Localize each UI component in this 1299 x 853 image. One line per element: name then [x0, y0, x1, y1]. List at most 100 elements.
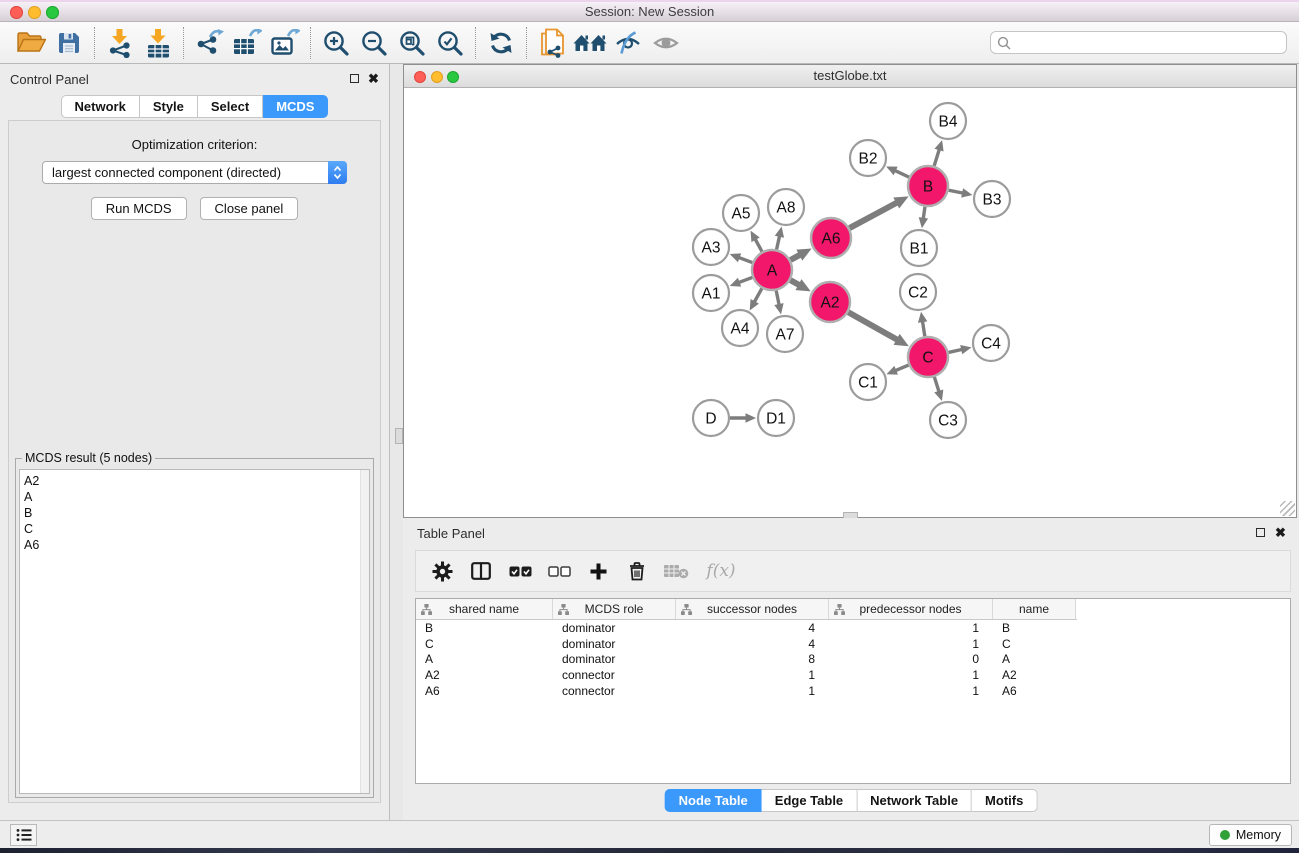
tab-edge-table[interactable]: Edge Table: [762, 789, 857, 812]
edge-A2-C[interactable]: [848, 312, 909, 346]
mcds-result-item[interactable]: B: [20, 505, 369, 521]
node-B1[interactable]: B1: [901, 230, 937, 266]
node-C[interactable]: C: [908, 337, 948, 377]
save-session-button[interactable]: [50, 25, 88, 61]
tab-network[interactable]: Network: [61, 95, 140, 118]
minimize-network-button[interactable]: [431, 71, 443, 83]
export-image-button[interactable]: [266, 25, 304, 61]
window-controls[interactable]: [10, 6, 59, 19]
edge-B-B4[interactable]: [934, 140, 943, 166]
mcds-result-list[interactable]: A2ABCA6: [19, 469, 370, 794]
float-table-panel-icon[interactable]: [1254, 526, 1267, 539]
tab-network-table[interactable]: Network Table: [857, 789, 972, 812]
create-column-button[interactable]: [582, 554, 614, 588]
node-B4[interactable]: B4: [930, 103, 966, 139]
run-mcds-button[interactable]: Run MCDS: [91, 197, 187, 220]
open-session-button[interactable]: [12, 25, 50, 61]
zoom-network-button[interactable]: [447, 71, 459, 83]
node-B[interactable]: B: [908, 166, 948, 206]
edge-A-A1[interactable]: [730, 277, 753, 286]
edge-C-C3[interactable]: [934, 377, 943, 401]
node-C3[interactable]: C3: [930, 402, 966, 438]
tab-motifs[interactable]: Motifs: [972, 789, 1037, 812]
node-A2[interactable]: A2: [810, 282, 850, 322]
node-A8[interactable]: A8: [768, 189, 804, 225]
result-list-scrollbar[interactable]: [360, 470, 369, 793]
select-all-columns-button[interactable]: [504, 554, 536, 588]
table-row[interactable]: A2connector11A2: [416, 667, 1290, 683]
edge-B-B3[interactable]: [949, 188, 973, 197]
apply-layout-button[interactable]: [482, 25, 520, 61]
search-input[interactable]: [990, 31, 1287, 54]
tab-mcds[interactable]: MCDS: [263, 95, 328, 118]
column-header-name[interactable]: name: [993, 599, 1076, 619]
hide-panels-button[interactable]: [609, 25, 647, 61]
table-row[interactable]: Adominator80A: [416, 652, 1290, 668]
table-row[interactable]: A6connector11A6: [416, 683, 1290, 699]
table-row[interactable]: Bdominator41B: [416, 620, 1290, 636]
network-from-selection-button[interactable]: [533, 25, 571, 61]
node-B3[interactable]: B3: [974, 181, 1010, 217]
zoom-window-button[interactable]: [46, 6, 59, 19]
float-panel-icon[interactable]: [348, 72, 361, 85]
tab-node-table[interactable]: Node Table: [665, 789, 762, 812]
mcds-result-item[interactable]: A: [20, 489, 369, 505]
export-network-button[interactable]: [190, 25, 228, 61]
node-C1[interactable]: C1: [850, 364, 886, 400]
mcds-result-item[interactable]: C: [20, 521, 369, 537]
edge-D-D1[interactable]: [730, 413, 756, 423]
edge-C-C2[interactable]: [918, 312, 927, 336]
mcds-result-item[interactable]: A2: [20, 473, 369, 489]
edge-B-B1[interactable]: [919, 207, 928, 228]
zoom-in-button[interactable]: [317, 25, 355, 61]
delete-column-button[interactable]: [621, 554, 653, 588]
node-A4[interactable]: A4: [722, 310, 758, 346]
close-panel-icon[interactable]: ✖: [367, 72, 380, 85]
edge-A-A3[interactable]: [730, 253, 753, 262]
edge-A-A6[interactable]: [790, 248, 811, 260]
node-A[interactable]: A: [752, 250, 792, 290]
edge-C-C1[interactable]: [886, 365, 908, 375]
node-C2[interactable]: C2: [900, 274, 936, 310]
memory-button[interactable]: Memory: [1209, 824, 1292, 846]
task-history-button[interactable]: [10, 824, 37, 846]
edge-A6-B[interactable]: [850, 196, 909, 228]
network-window-controls[interactable]: [414, 71, 459, 83]
node-B2[interactable]: B2: [850, 140, 886, 176]
zoom-out-button[interactable]: [355, 25, 393, 61]
column-header-shared-name[interactable]: shared name: [416, 599, 553, 619]
zoom-fit-button[interactable]: [393, 25, 431, 61]
column-header-predecessor-nodes[interactable]: predecessor nodes: [829, 599, 993, 619]
zoom-selected-button[interactable]: [431, 25, 469, 61]
edge-A-A7[interactable]: [774, 291, 783, 315]
export-table-button[interactable]: [228, 25, 266, 61]
show-panels-button[interactable]: [647, 25, 685, 61]
network-canvas[interactable]: B4B2BB3A8A5A6A3B1AA1C2A2A4A7C4CC1DD1C3: [404, 88, 1296, 516]
mcds-result-item[interactable]: A6: [20, 537, 369, 553]
edge-A-A8[interactable]: [775, 227, 784, 250]
table-options-button[interactable]: [426, 554, 458, 588]
node-A1[interactable]: A1: [693, 275, 729, 311]
node-A5[interactable]: A5: [723, 195, 759, 231]
node-A3[interactable]: A3: [693, 229, 729, 265]
edge-B-B2[interactable]: [886, 166, 909, 177]
node-D[interactable]: D: [693, 400, 729, 436]
edge-C-C4[interactable]: [948, 345, 971, 354]
edge-A-A5[interactable]: [751, 231, 762, 252]
close-window-button[interactable]: [10, 6, 23, 19]
birdseye-toggle-handle[interactable]: [395, 428, 403, 444]
unselect-all-columns-button[interactable]: [543, 554, 575, 588]
node-C4[interactable]: C4: [973, 325, 1009, 361]
close-table-panel-icon[interactable]: ✖: [1274, 526, 1287, 539]
import-table-button[interactable]: [139, 25, 177, 61]
column-header-MCDS-role[interactable]: MCDS role: [553, 599, 676, 619]
node-D1[interactable]: D1: [758, 400, 794, 436]
tab-style[interactable]: Style: [140, 95, 198, 118]
network-window-titlebar[interactable]: testGlobe.txt: [404, 65, 1296, 88]
node-A6[interactable]: A6: [811, 218, 851, 258]
import-network-button[interactable]: [101, 25, 139, 61]
minimize-window-button[interactable]: [28, 6, 41, 19]
tab-select[interactable]: Select: [198, 95, 263, 118]
open-browser-button[interactable]: [571, 25, 609, 61]
close-network-button[interactable]: [414, 71, 426, 83]
